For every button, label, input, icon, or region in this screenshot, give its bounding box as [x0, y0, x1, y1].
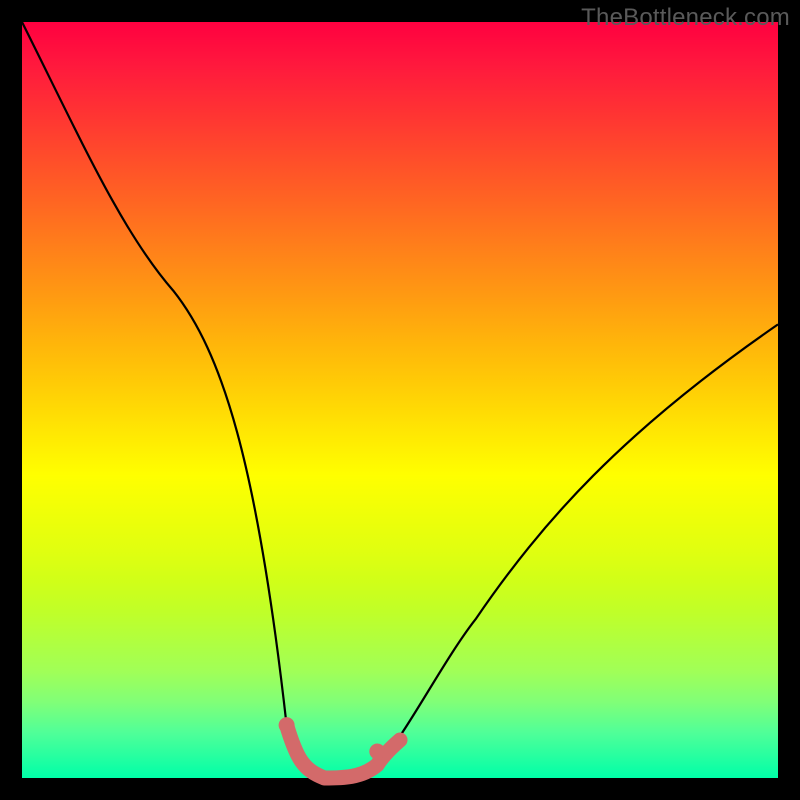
chart-plot-area — [22, 22, 778, 778]
highlight-dot-start — [279, 717, 295, 733]
highlight-dot-end — [369, 744, 385, 760]
bottleneck-curve — [22, 22, 778, 778]
chart-frame: TheBottleneck.com — [0, 0, 800, 800]
chart-svg — [22, 22, 778, 778]
watermark-text: TheBottleneck.com — [581, 4, 790, 32]
